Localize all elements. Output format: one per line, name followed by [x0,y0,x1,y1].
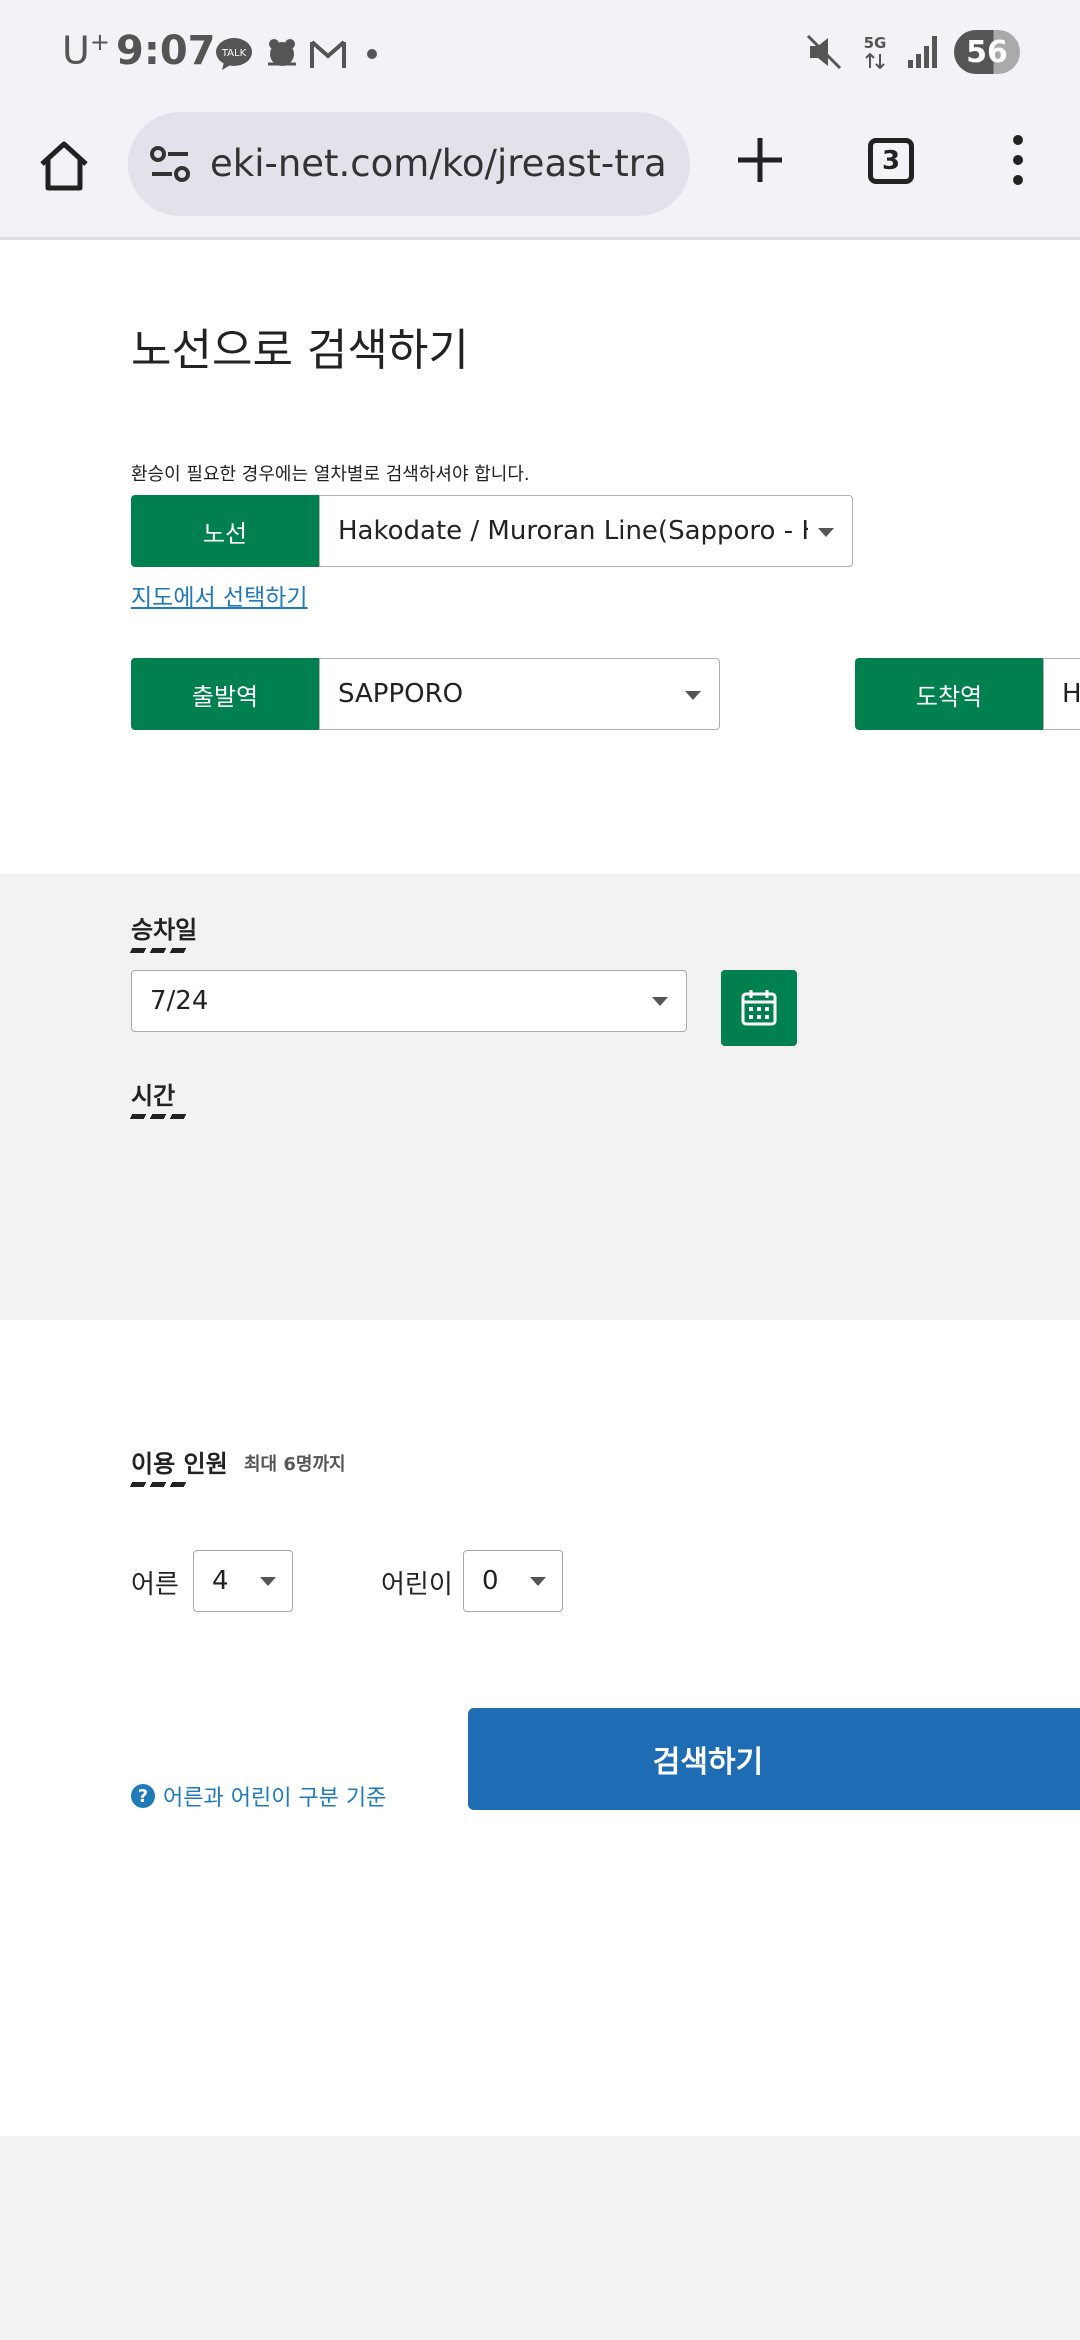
date-time-section: 승차일 7/24 시간 [0,874,1080,1444]
system-icons: 5G 56 [804,30,1020,74]
more-options-icon[interactable] [1008,132,1028,188]
calendar-button[interactable] [721,970,797,1046]
new-tab-icon[interactable] [730,130,790,190]
line-label: 노선 [131,495,319,567]
search-button[interactable]: 검색하기 [468,1708,1080,1810]
calendar-icon [741,990,777,1026]
svg-text:TALK: TALK [221,48,247,59]
transfer-note: 환승이 필요한 경우에는 열차별로 검색하셔야 합니다. [131,464,530,485]
chevron-down-icon [685,691,701,700]
adult-label: 어른 [131,1570,179,1600]
departure-station-label: 출발역 [131,658,319,730]
age-criteria-link[interactable]: ? 어른과 어린이 구분 기준 [131,1780,386,1812]
time-heading: 시간 [131,1082,176,1110]
chevron-down-icon [530,1577,546,1586]
boarding-date-heading: 승차일 [131,916,198,944]
mute-icon [806,34,842,70]
status-bar: U+ 9:07 TALK 5G 56 [0,0,1080,106]
age-criteria-link-text: 어른과 어린이 구분 기준 [163,1786,387,1811]
tab-switcher-button[interactable]: 3 [868,138,914,184]
max-passengers-note: 최대 6명까지 [244,1454,346,1475]
home-icon[interactable] [34,136,94,196]
chevron-down-icon [260,1577,276,1586]
arrival-station-value: H [1062,679,1080,709]
line-select-value: Hakodate / Muroran Line(Sapporo - Hakoda… [338,516,808,546]
site-settings-icon[interactable] [148,142,192,186]
line-select[interactable]: Hakodate / Muroran Line(Sapporo - Hakoda… [319,495,853,567]
departure-station-value: SAPPORO [338,679,464,709]
heading-underline [129,1482,191,1487]
heading-underline [129,1114,191,1119]
bird-icon [268,39,296,66]
boarding-date-value: 7/24 [150,986,209,1016]
page-title: 노선으로 검색하기 [131,325,469,376]
battery-indicator: 56 [954,30,1020,74]
departure-station-select[interactable]: SAPPORO [319,658,720,730]
signal-icon [908,36,937,68]
chevron-down-icon [818,528,834,537]
child-label: 어린이 [381,1570,453,1600]
web-content: 노선으로 검색하기 환승이 필요한 경우에는 열차별로 검색하셔야 합니다. 노… [0,240,1080,2136]
adult-count-value: 4 [212,1566,229,1596]
passengers-heading: 이용 인원 [131,1450,228,1478]
boarding-date-select[interactable]: 7/24 [131,970,687,1032]
clock: 9:07 [116,28,216,74]
heading-underline [129,948,191,953]
arrival-station-select[interactable]: H [1043,658,1080,730]
address-bar[interactable]: eki-net.com/ko/jreast-train [128,112,690,216]
browser-toolbar: eki-net.com/ko/jreast-train 3 [0,106,1080,240]
talk-icon: TALK [216,38,252,70]
help-icon: ? [131,1784,155,1808]
adult-count-select[interactable]: 4 [193,1550,293,1612]
select-from-map-link[interactable]: 지도에서 선택하기 [131,578,308,612]
5g-icon: 5G [864,34,887,70]
child-count-value: 0 [482,1566,499,1596]
more-notifications-icon [367,49,377,59]
route-search-section: 노선으로 검색하기 환승이 필요한 경우에는 열차별로 검색하셔야 합니다. 노… [0,240,1080,874]
url-text: eki-net.com/ko/jreast-train [210,142,670,185]
gmail-icon [310,40,346,68]
child-count-select[interactable]: 0 [463,1550,563,1612]
passenger-section: 이용 인원 최대 6명까지 어른 4 어린이 0 ? 어른과 어린이 구분 기준… [0,1320,1080,1902]
carrier-label: U+ [62,28,110,73]
chevron-down-icon [652,997,668,1006]
arrival-station-label: 도착역 [855,658,1043,730]
svg-text:5G: 5G [864,34,887,52]
